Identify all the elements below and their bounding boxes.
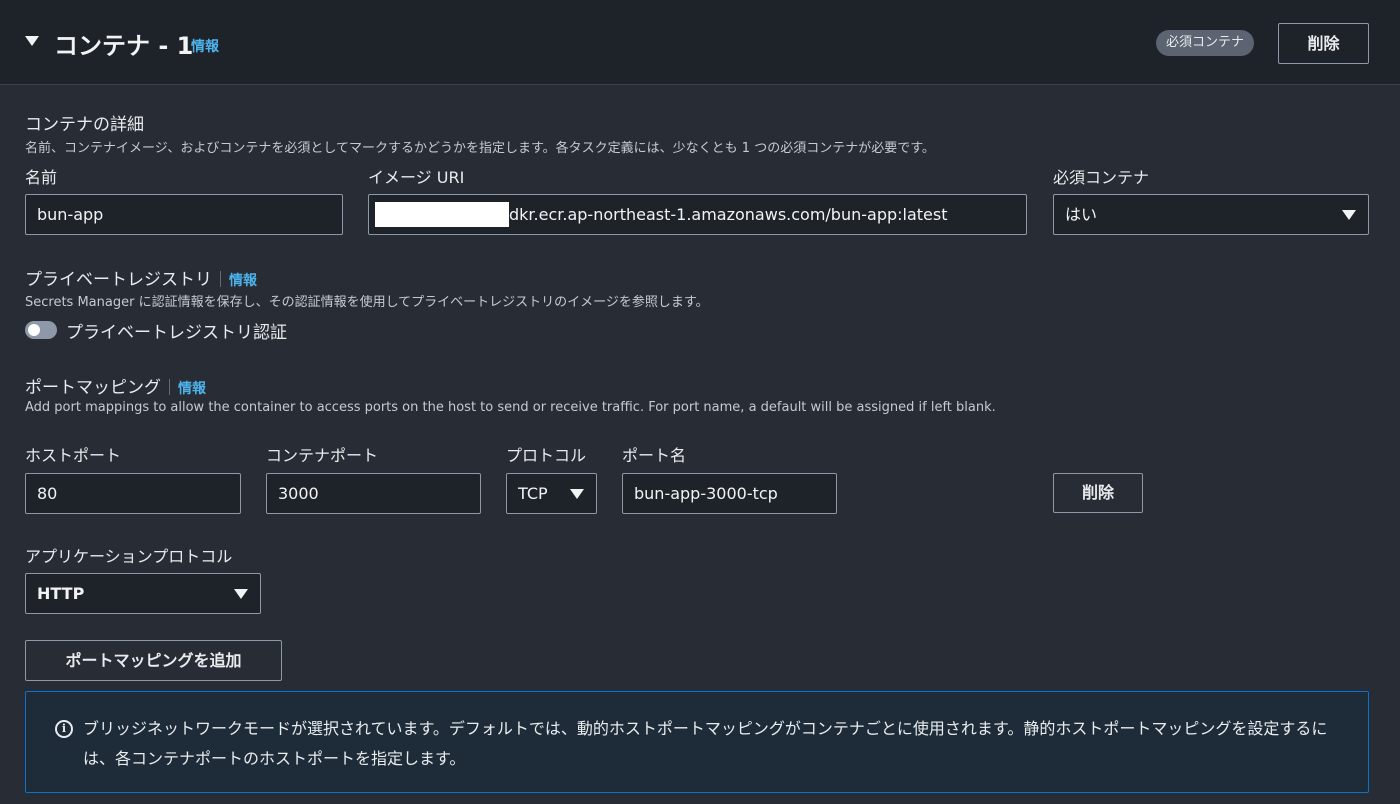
toggle-knob	[28, 324, 40, 336]
protocol-select[interactable]: TCP	[506, 473, 597, 514]
host-port-input[interactable]: 80	[25, 473, 241, 514]
remove-port-mapping-button[interactable]: 削除	[1053, 473, 1143, 513]
container-port-value: 3000	[278, 484, 319, 503]
protocol-value: TCP	[518, 484, 548, 503]
remove-container-button[interactable]: 削除	[1278, 23, 1369, 64]
alert-text: ブリッジネットワークモードが選択されています。デフォルトでは、動的ホストポートマ…	[83, 719, 1328, 768]
essential-label: 必須コンテナ	[1053, 168, 1150, 187]
private-registry-description: Secrets Manager に認証情報を保存し、その認証情報を使用してプライ…	[25, 295, 709, 310]
port-mapping-description: Add port mappings to allow the container…	[25, 400, 996, 415]
private-registry-toggle[interactable]	[25, 321, 57, 339]
private-registry-toggle-label: プライベートレジストリ認証	[66, 323, 287, 343]
port-mapping-title-text: ポートマッピング	[25, 378, 161, 398]
header-info-link[interactable]: 情報	[191, 36, 219, 56]
name-input[interactable]: bun-app	[25, 194, 343, 235]
essential-badge: 必須コンテナ	[1156, 30, 1255, 56]
container-header: コンテナ - 1 情報 必須コンテナ 削除	[0, 0, 1400, 85]
host-port-value: 80	[37, 484, 58, 503]
port-name-value: bun-app-3000-tcp	[634, 484, 778, 503]
container-port-input[interactable]: 3000	[266, 473, 481, 514]
info-icon: i	[55, 720, 73, 738]
private-registry-info-link[interactable]: 情報	[229, 273, 257, 289]
port-mapping-info-link[interactable]: 情報	[178, 381, 206, 397]
name-label: 名前	[25, 168, 58, 187]
divider	[169, 379, 170, 395]
host-port-label: ホストポート	[25, 446, 122, 465]
app-protocol-label: アプリケーションプロトコル	[25, 547, 233, 566]
container-port-label: コンテナポート	[266, 446, 379, 465]
port-name-input[interactable]: bun-app-3000-tcp	[622, 473, 837, 514]
redacted-block	[375, 202, 509, 227]
protocol-label: プロトコル	[506, 446, 587, 465]
caret-down-icon	[1342, 210, 1356, 220]
app-protocol-value: HTTP	[37, 584, 85, 603]
essential-select[interactable]: はい	[1053, 194, 1369, 235]
add-port-mapping-button[interactable]: ポートマッピングを追加	[25, 640, 282, 681]
port-mapping-title: ポートマッピング 情報	[25, 373, 206, 398]
port-name-label: ポート名	[622, 446, 687, 465]
caret-down-icon[interactable]	[25, 36, 39, 46]
container-details-title: コンテナの詳細	[25, 115, 144, 135]
private-registry-title: プライベートレジストリ 情報	[25, 265, 257, 290]
name-value: bun-app	[37, 205, 104, 224]
app-protocol-select[interactable]: HTTP	[25, 573, 261, 614]
container-details-description: 名前、コンテナイメージ、およびコンテナを必須としてマークするかどうかを指定します…	[25, 141, 935, 156]
image-uri-value: dkr.ecr.ap-northeast-1.amazonaws.com/bun…	[509, 205, 948, 224]
caret-down-icon	[570, 489, 584, 499]
divider	[220, 271, 221, 287]
image-uri-label: イメージ URI	[368, 168, 465, 187]
essential-value: はい	[1065, 205, 1098, 224]
bridge-mode-alert: i ブリッジネットワークモードが選択されています。デフォルトでは、動的ホストポー…	[25, 691, 1369, 793]
caret-down-icon	[234, 589, 248, 599]
image-uri-input[interactable]: dkr.ecr.ap-northeast-1.amazonaws.com/bun…	[368, 194, 1027, 235]
private-registry-title-text: プライベートレジストリ	[25, 270, 212, 290]
container-title[interactable]: コンテナ - 1	[54, 26, 193, 61]
